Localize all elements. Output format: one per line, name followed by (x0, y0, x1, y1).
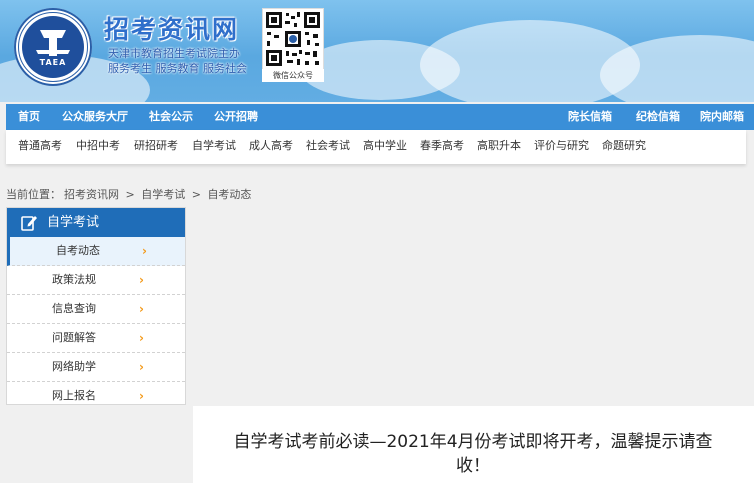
logo-emblem (22, 16, 84, 78)
qr-code-label: 微信公众号 (262, 69, 324, 82)
chevron-right-icon: › (139, 360, 144, 374)
sidebar-item-label: 信息查询 (52, 302, 96, 315)
breadcrumb-link-section[interactable]: 自学考试 (141, 188, 185, 201)
subnav-item[interactable]: 普通高考 (18, 130, 62, 162)
main-nav: 首页 公众服务大厅 社会公示 公开招聘 院长信箱 纪检信箱 院内邮箱 (6, 104, 754, 130)
sidebar-title: 自学考试 (47, 215, 100, 230)
sidebar-item-label: 网上报名 (52, 389, 96, 402)
sidebar: 自学考试 自考动态 › 政策法规 › 信息查询 › 问题解答 › 网络助学 › … (6, 207, 186, 405)
logo-graphic-icon (36, 30, 70, 56)
site-slogan: 天津市教育招生考试院主办 服务考生 服务教育 服务社会 (108, 46, 258, 76)
sidebar-item-faq[interactable]: 问题解答 › (7, 324, 185, 353)
slogan-line: 天津市教育招生考试院主办 (108, 47, 240, 60)
site-header: TAEA 招考资讯网 天津市教育招生考试院主办 服务考生 服务教育 服务社会 微… (0, 0, 754, 102)
nav-item-internal-mail[interactable]: 院内邮箱 (700, 104, 744, 130)
site-logo[interactable]: TAEA (14, 8, 92, 86)
subnav-item[interactable]: 高中学业 (363, 130, 407, 162)
site-title[interactable]: 招考资讯网 (104, 10, 239, 46)
sidebar-header: 自学考试 (7, 208, 185, 237)
subnav-item[interactable]: 评价与研究 (534, 130, 589, 162)
sidebar-item-online-registration[interactable]: 网上报名 › (7, 382, 185, 410)
nav-item-president-mailbox[interactable]: 院长信箱 (568, 104, 612, 130)
sidebar-item-label: 政策法规 (52, 273, 96, 286)
nav-item-public-notice[interactable]: 社会公示 (149, 104, 193, 130)
breadcrumb-separator: > (191, 188, 201, 201)
breadcrumb-link-home[interactable]: 招考资讯网 (64, 188, 119, 201)
breadcrumb-separator: > (125, 188, 135, 201)
article-panel: 自学考试考前必读—2021年4月份考试即将开考，温馨提示请查收！ (193, 406, 754, 483)
edit-icon (21, 216, 37, 231)
subnav-item[interactable]: 社会考试 (306, 130, 350, 162)
subnav-item[interactable]: 自学考试 (192, 130, 236, 162)
sidebar-menu: 自考动态 › 政策法规 › 信息查询 › 问题解答 › 网络助学 › 网上报名 … (7, 237, 185, 410)
sidebar-item-label: 问题解答 (52, 331, 96, 344)
breadcrumb-prefix: 当前位置： (6, 188, 61, 201)
sidebar-item-label: 自考动态 (56, 244, 100, 257)
sidebar-item-policy[interactable]: 政策法规 › (7, 266, 185, 295)
slogan-line: 服务考生 服务教育 服务社会 (108, 62, 247, 75)
subnav-item[interactable]: 成人高考 (249, 130, 293, 162)
chevron-right-icon: › (139, 389, 144, 403)
sidebar-item-online-study[interactable]: 网络助学 › (7, 353, 185, 382)
subnav-item[interactable]: 中招中考 (76, 130, 120, 162)
nav-item-home[interactable]: 首页 (18, 104, 40, 130)
chevron-right-icon: › (139, 273, 144, 287)
sub-nav: 普通高考 中招中考 研招研考 自学考试 成人高考 社会考试 高中学业 春季高考 … (6, 130, 746, 164)
sidebar-item-label: 网络助学 (52, 360, 96, 373)
nav-item-public-service[interactable]: 公众服务大厅 (62, 104, 128, 130)
nav-item-discipline-mailbox[interactable]: 纪检信箱 (636, 104, 680, 130)
subnav-item[interactable]: 春季高考 (420, 130, 464, 162)
sidebar-item-info-query[interactable]: 信息查询 › (7, 295, 185, 324)
breadcrumb: 当前位置： 招考资讯网 > 自学考试 > 自考动态 (6, 186, 254, 202)
nav-item-recruitment[interactable]: 公开招聘 (214, 104, 258, 130)
chevron-right-icon: › (139, 331, 144, 345)
article-title: 自学考试考前必读—2021年4月份考试即将开考，温馨提示请查收！ (233, 432, 713, 476)
chevron-right-icon: › (142, 244, 147, 258)
breadcrumb-current[interactable]: 自考动态 (207, 188, 251, 201)
subnav-item[interactable]: 研招研考 (134, 130, 178, 162)
subnav-item[interactable]: 命题研究 (602, 130, 646, 162)
logo-text: TAEA (39, 58, 67, 67)
qr-code-icon (262, 8, 324, 70)
subnav-item[interactable]: 高职升本 (477, 130, 521, 162)
sidebar-item-exam-news[interactable]: 自考动态 › (7, 237, 185, 266)
chevron-right-icon: › (139, 302, 144, 316)
